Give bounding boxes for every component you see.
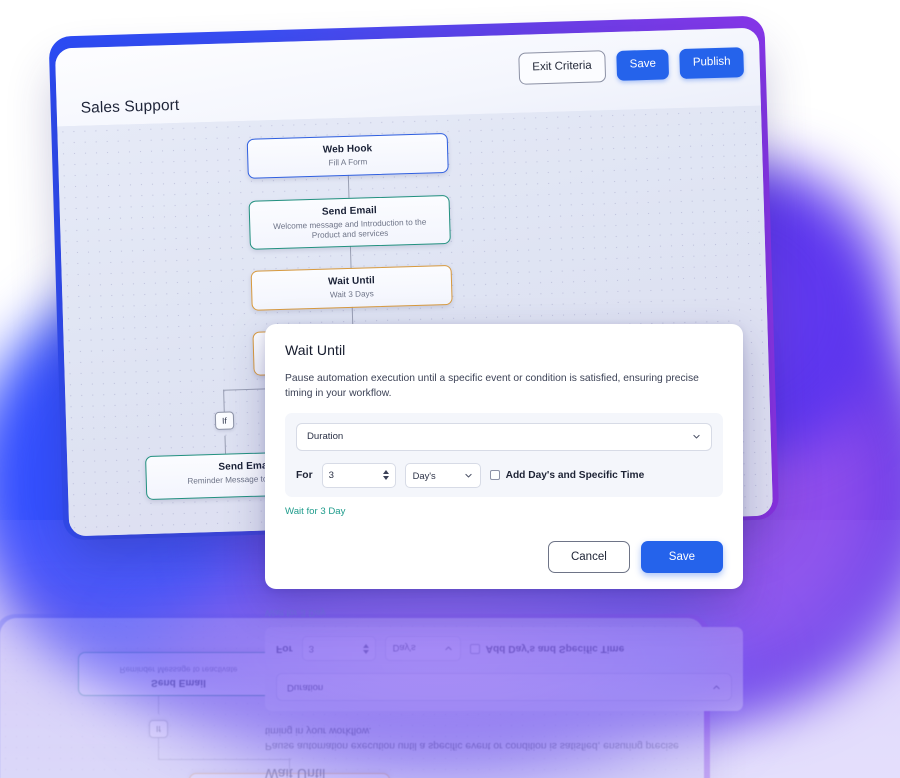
connector-1	[347, 173, 350, 198]
save-button[interactable]: Save	[616, 49, 670, 81]
specific-time-checkbox[interactable]	[489, 470, 500, 481]
unit-select[interactable]: Day's	[404, 462, 481, 488]
cancel-button[interactable]: Cancel	[547, 541, 630, 573]
unit-select-value: Day's	[412, 469, 436, 481]
chevron-down-icon	[464, 473, 472, 478]
dialog-save-button[interactable]: Save	[640, 541, 723, 573]
page-title: Sales Support	[80, 96, 180, 117]
chevron-down-icon	[693, 435, 700, 439]
screenshot-stage: Sales Support Exit Criteria Save Publish…	[0, 0, 900, 778]
specific-time-label: Add Day's and Specific Time	[505, 469, 645, 481]
connector-branch-to-node	[224, 435, 227, 454]
connector-branch-down	[158, 736, 160, 760]
wait-hint-text: Wait for 3 Day	[285, 505, 346, 517]
background-blob-bottom	[120, 560, 760, 778]
flow-node-wait-until[interactable]: Wait Until Wait 3 Days	[250, 264, 453, 311]
stepper-arrows-icon[interactable]	[382, 470, 389, 481]
specific-time-checkbox-group[interactable]: Add Day's and Specific Time	[489, 469, 645, 481]
duration-select-value: Duration	[307, 431, 344, 443]
dialog-description: Pause automation execution until a speci…	[285, 373, 699, 400]
dialog-field-panel: Duration For 3 Day's Add Day's and Speci…	[285, 412, 723, 497]
for-label: For	[296, 469, 313, 481]
dialog-title: Wait Until	[285, 342, 346, 358]
duration-row: For 3 Day's Add Day's and Specific Time	[296, 462, 712, 488]
header-actions: Exit Criteria Save Publish	[517, 46, 745, 85]
amount-stepper[interactable]: 3	[321, 462, 396, 488]
duration-select[interactable]: Duration	[296, 422, 712, 451]
flow-node-web-hook[interactable]: Web Hook Fill A Form	[246, 132, 449, 179]
wait-until-dialog: Wait Until Pause automation execution un…	[265, 324, 743, 589]
amount-value: 3	[328, 469, 334, 481]
flow-node-subtitle: Wait 3 Days	[329, 288, 374, 299]
connector-branch-down	[223, 389, 226, 414]
flow-node-subtitle: Welcome message and Introduction to the …	[273, 217, 427, 241]
dialog-footer: Cancel Save	[547, 541, 723, 573]
publish-button[interactable]: Publish	[679, 47, 745, 79]
flow-node-subtitle: Fill A Form	[328, 156, 368, 167]
connector-2	[349, 245, 352, 269]
branch-label-if[interactable]: If	[214, 411, 235, 430]
flow-node-send-email-welcome[interactable]: Send Email Welcome message and Introduct…	[248, 194, 451, 250]
exit-criteria-button[interactable]: Exit Criteria	[517, 50, 607, 85]
